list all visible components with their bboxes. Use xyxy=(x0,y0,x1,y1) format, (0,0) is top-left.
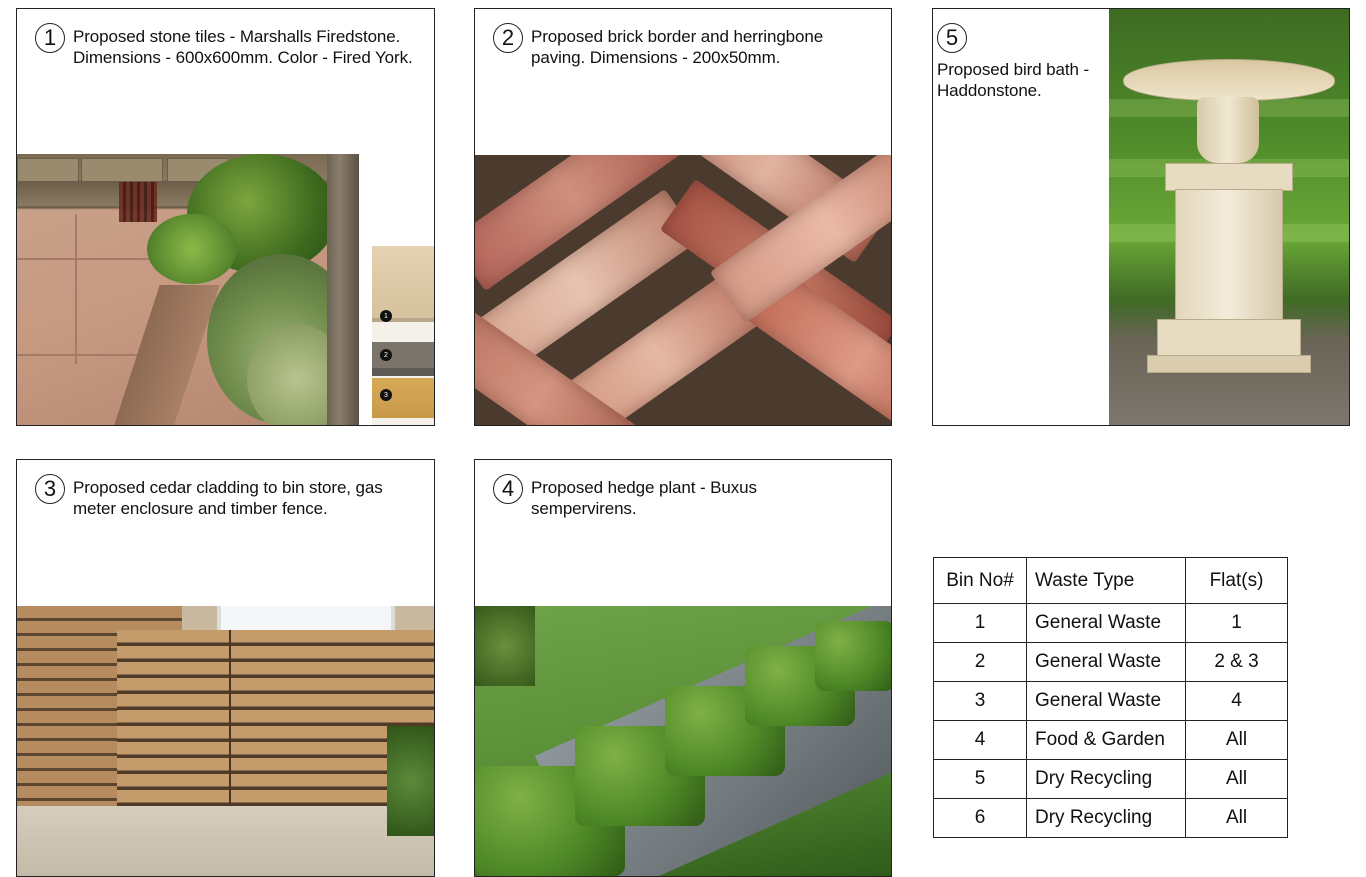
table-row: 1 General Waste 1 xyxy=(933,603,1288,643)
flats-cell: All xyxy=(1185,759,1288,799)
panel-caption: 4 Proposed hedge plant - Buxus sempervir… xyxy=(493,474,877,519)
bin-number-cell: 3 xyxy=(933,681,1027,721)
cedar-bin-store-photo xyxy=(17,606,434,876)
bin-number-cell: 5 xyxy=(933,759,1027,799)
panel-number: 4 xyxy=(493,474,523,504)
column-header: Waste Type xyxy=(1026,557,1186,604)
swatch-dot: 2 xyxy=(380,349,392,361)
herringbone-brick-photo xyxy=(475,155,891,425)
swatch-dot: 3 xyxy=(380,389,392,401)
material-panel-bird-bath: 5 Proposed bird bath - Haddonstone. xyxy=(932,8,1350,426)
material-panel-brick-paving: 2 Proposed brick border and herringbone … xyxy=(474,8,892,426)
waste-type-cell: General Waste xyxy=(1026,642,1186,682)
air-vent-grille xyxy=(119,182,157,222)
material-panel-stone-tiles: 1 Proposed stone tiles - Marshalls Fired… xyxy=(16,8,435,426)
waste-type-cell: Food & Garden xyxy=(1026,720,1186,760)
table-header-row: Bin No# Waste Type Flat(s) xyxy=(933,557,1288,604)
table-row: 5 Dry Recycling All xyxy=(933,759,1288,799)
bin-number-cell: 1 xyxy=(933,603,1027,643)
panel-number: 3 xyxy=(35,474,65,504)
table-row: 6 Dry Recycling All xyxy=(933,798,1288,838)
stone-tiles-photo: 1 2 3 xyxy=(17,154,434,425)
waste-type-cell: General Waste xyxy=(1026,603,1186,643)
bin-number-cell: 4 xyxy=(933,720,1027,760)
table-row: 2 General Waste 2 & 3 xyxy=(933,642,1288,682)
bin-number-cell: 2 xyxy=(933,642,1027,682)
waste-type-cell: Dry Recycling xyxy=(1026,798,1186,838)
column-header: Flat(s) xyxy=(1185,557,1288,604)
material-panel-hedge: 4 Proposed hedge plant - Buxus sempervir… xyxy=(474,459,892,877)
table-row: 3 General Waste 4 xyxy=(933,681,1288,721)
waste-type-cell: General Waste xyxy=(1026,681,1186,721)
caption-text: Proposed stone tiles - Marshalls Firedst… xyxy=(73,27,413,67)
box-hedge-photo xyxy=(475,606,891,876)
flats-cell: 2 & 3 xyxy=(1185,642,1288,682)
bird-bath-photo xyxy=(1109,9,1349,425)
panel-caption: 5 Proposed bird bath - Haddonstone. xyxy=(937,23,1107,101)
stone-color-swatches: 1 2 3 xyxy=(372,246,434,425)
bin-number-cell: 6 xyxy=(933,798,1027,838)
bin-schedule-table: Bin No# Waste Type Flat(s) 1 General Was… xyxy=(933,557,1288,838)
caption-text: Proposed bird bath - Haddonstone. xyxy=(937,60,1090,100)
paved-patio-image xyxy=(17,154,359,425)
flats-cell: 4 xyxy=(1185,681,1288,721)
material-panel-cedar-cladding: 3 Proposed cedar cladding to bin store, … xyxy=(16,459,435,877)
flats-cell: All xyxy=(1185,720,1288,760)
panel-caption: 2 Proposed brick border and herringbone … xyxy=(493,23,877,68)
caption-text: Proposed hedge plant - Buxus semperviren… xyxy=(531,478,757,518)
panel-caption: 3 Proposed cedar cladding to bin store, … xyxy=(35,474,420,519)
caption-text: Proposed brick border and herringbone pa… xyxy=(531,27,824,67)
column-header: Bin No# xyxy=(933,557,1027,604)
panel-number: 1 xyxy=(35,23,65,53)
panel-number: 2 xyxy=(493,23,523,53)
panel-number: 5 xyxy=(937,23,967,53)
swatch-dot: 1 xyxy=(380,310,392,322)
flats-cell: All xyxy=(1185,798,1288,838)
table-row: 4 Food & Garden All xyxy=(933,720,1288,760)
flats-cell: 1 xyxy=(1185,603,1288,643)
panel-caption: 1 Proposed stone tiles - Marshalls Fired… xyxy=(35,23,420,68)
waste-type-cell: Dry Recycling xyxy=(1026,759,1186,799)
caption-text: Proposed cedar cladding to bin store, ga… xyxy=(73,478,383,518)
